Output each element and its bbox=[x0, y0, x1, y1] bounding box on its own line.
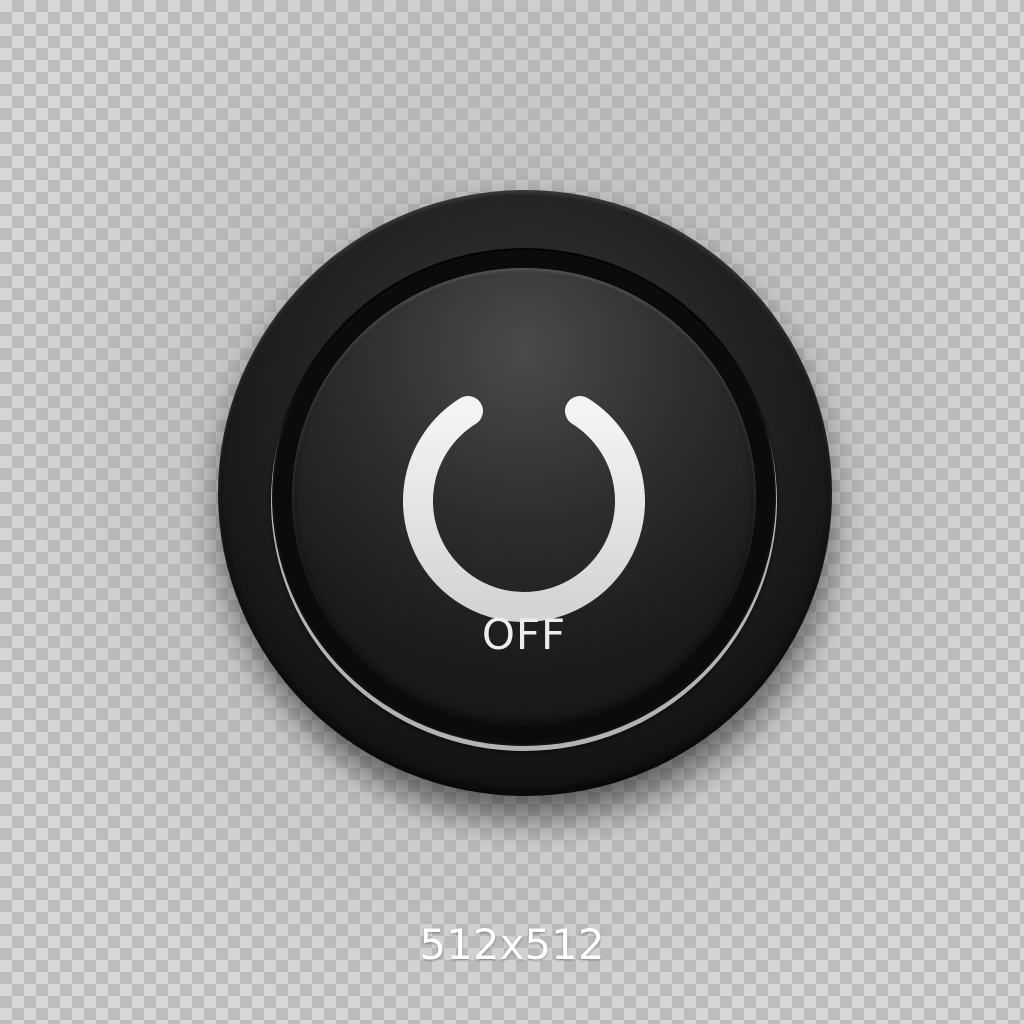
size-caption: 512x512 bbox=[419, 920, 605, 969]
button-bezel: OFF bbox=[274, 250, 774, 744]
button-face: OFF bbox=[292, 268, 756, 726]
power-button[interactable]: OFF bbox=[218, 190, 832, 796]
state-label: OFF bbox=[481, 610, 567, 659]
power-icon bbox=[403, 361, 645, 622]
